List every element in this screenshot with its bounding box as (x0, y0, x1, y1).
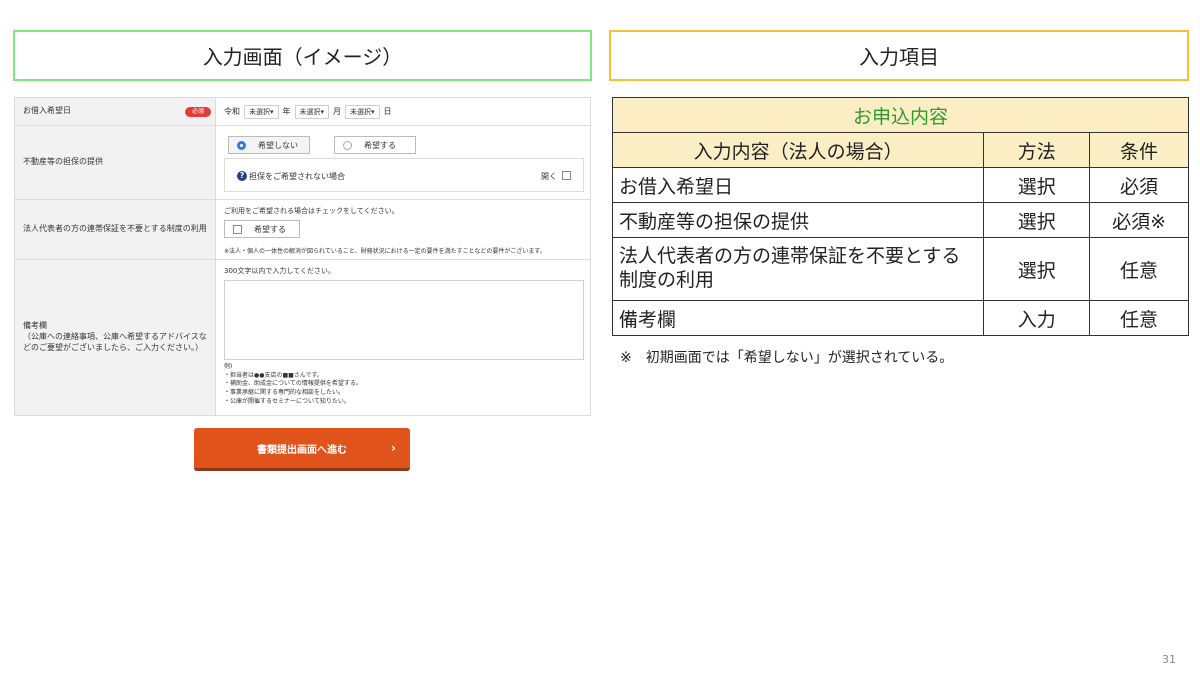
day-unit: 日 (383, 107, 392, 116)
page-number: 31 (1162, 653, 1176, 666)
collateral-label: 不動産等の担保の提供 (15, 126, 216, 199)
year-select[interactable]: 未選択▾ (244, 104, 279, 119)
proceed-to-documents-button[interactable]: 書類提出画面へ進む › (194, 428, 410, 471)
collateral-option-yes-label: 希望する (364, 140, 396, 150)
guarantee-fields: ご利用をご希望される場合はチェックをしてください。 希望する ※法人・個人の一体… (216, 200, 590, 259)
header-content: 入力内容（法人の場合） (611, 132, 985, 168)
example-item: ・事業承継に関する専門的な相談をしたい。 (224, 389, 345, 397)
cell-content: お借入希望日 (611, 167, 985, 203)
cell-method: 選択 (983, 237, 1091, 301)
example-item: ・補助金、助成金についての情報提供を希望する。 (224, 380, 362, 388)
guarantee-label-text: 法人代表者の方の連帯保証を不要とする制度の利用 (23, 224, 207, 234)
remarks-fields: 300文字以内で入力してください。 例) ・担当者は●●支店の■■さんです。 ・… (216, 260, 590, 415)
required-badge: 必須 (185, 107, 211, 117)
guarantee-label: 法人代表者の方の連帯保証を不要とする制度の利用 (15, 200, 216, 259)
form-row-collateral: 不動産等の担保の提供 希望しない 希望する ? 担保をご希望されない場合 開く (15, 126, 590, 200)
proceed-button-label: 書類提出画面へ進む (257, 444, 347, 456)
accordion-text: 担保をご希望されない場合 (249, 172, 345, 181)
cell-content: 法人代表者の方の連帯保証を不要とする制度の利用 (611, 237, 985, 301)
collateral-option-no[interactable]: 希望しない (228, 136, 310, 154)
remarks-examples: 例) ・担当者は●●支店の■■さんです。 ・補助金、助成金についての情報提供を希… (224, 363, 362, 406)
guarantee-checkbox[interactable]: 希望する (224, 220, 300, 238)
remarks-textarea[interactable] (224, 280, 584, 360)
collateral-option-no-label: 希望しない (258, 140, 298, 150)
header-method: 方法 (983, 132, 1091, 168)
radio-unchecked-icon (343, 140, 352, 150)
cell-content: 不動産等の担保の提供 (611, 202, 985, 238)
year-unit: 年 (282, 107, 291, 116)
cell-condition: 必須※ (1089, 202, 1189, 238)
cell-condition: 任意 (1089, 237, 1189, 301)
guarantee-instruction: ご利用をご希望される場合はチェックをしてください。 (224, 207, 399, 215)
form-row-remarks: 備考欄 （公庫への連絡事項、公庫へ希望するアドバイスなどのご要望がございましたら… (15, 260, 590, 415)
month-unit: 月 (333, 107, 342, 116)
form-mockup: お借入希望日 必須 令和 未選択▾ 年 未選択▾ 月 未選択▾ 日 不動産等の担… (14, 97, 591, 416)
footnote: ※ 初期画面では「希望しない」が選択されている。 (620, 350, 954, 366)
collateral-accordion[interactable]: ? 担保をご希望されない場合 開く (224, 158, 584, 192)
example-title: 例) (224, 363, 233, 370)
guarantee-note: ※法人・個人の一体性の解消が図られていること、財務状況における一定の要件を満たす… (224, 248, 546, 255)
table-title: お申込内容 (612, 97, 1189, 133)
loan-date-label-text: お借入希望日 (23, 106, 71, 116)
checkbox-icon (233, 224, 242, 234)
table-row: 備考欄 入力 任意 (611, 300, 1189, 336)
table-row: 不動産等の担保の提供 選択 必須※ (611, 202, 1189, 238)
cell-condition: 任意 (1089, 300, 1189, 336)
loan-date-label: お借入希望日 必須 (15, 98, 216, 125)
radio-checked-icon (237, 140, 246, 150)
month-select[interactable]: 未選択▾ (294, 104, 330, 119)
collateral-option-yes[interactable]: 希望する (334, 136, 416, 154)
table-row: 法人代表者の方の連帯保証を不要とする制度の利用 選択 任意 (611, 237, 1189, 301)
input-screen-header: 入力画面（イメージ） (13, 30, 592, 81)
remarks-label: 備考欄 （公庫への連絡事項、公庫へ希望するアドバイスなどのご要望がございましたら… (15, 260, 216, 415)
open-checkbox-icon[interactable] (562, 171, 571, 180)
example-item: ・公庫が開催するセミナーについて知りたい。 (224, 397, 350, 405)
open-label: 開く (541, 172, 557, 181)
collateral-fields: 希望しない 希望する ? 担保をご希望されない場合 開く (216, 126, 590, 199)
day-select[interactable]: 未選択▾ (345, 104, 380, 119)
help-icon: ? (237, 171, 247, 181)
input-screen-header-text: 入力画面（イメージ） (202, 45, 403, 69)
form-row-guarantee: 法人代表者の方の連帯保証を不要とする制度の利用 ご利用をご希望される場合はチェッ… (15, 200, 590, 260)
cell-method: 入力 (983, 300, 1091, 336)
table-row: お借入希望日 選択 必須 (611, 167, 1189, 203)
cell-condition: 必須 (1089, 167, 1189, 203)
guarantee-checkbox-label: 希望する (254, 224, 286, 234)
header-condition: 条件 (1089, 132, 1189, 168)
remarks-limit-text: 300文字以内で入力してください。 (224, 267, 335, 275)
table-header-row: 入力内容（法人の場合） 方法 条件 (611, 132, 1189, 168)
cell-method: 選択 (983, 167, 1091, 203)
collateral-label-text: 不動産等の担保の提供 (23, 157, 103, 167)
cell-method: 選択 (983, 202, 1091, 238)
form-row-loan-date: お借入希望日 必須 令和 未選択▾ 年 未選択▾ 月 未選択▾ 日 (15, 98, 590, 126)
input-items-header: 入力項目 (609, 30, 1189, 81)
cell-content: 備考欄 (611, 300, 985, 336)
input-items-table: お申込内容 入力内容（法人の場合） 方法 条件 お借入希望日 選択 必須 不動産… (611, 97, 1189, 336)
chevron-right-icon: › (391, 441, 396, 455)
input-items-header-text: 入力項目 (859, 45, 939, 69)
era-label: 令和 (224, 107, 240, 116)
loan-date-fields: 令和 未選択▾ 年 未選択▾ 月 未選択▾ 日 (216, 98, 590, 125)
